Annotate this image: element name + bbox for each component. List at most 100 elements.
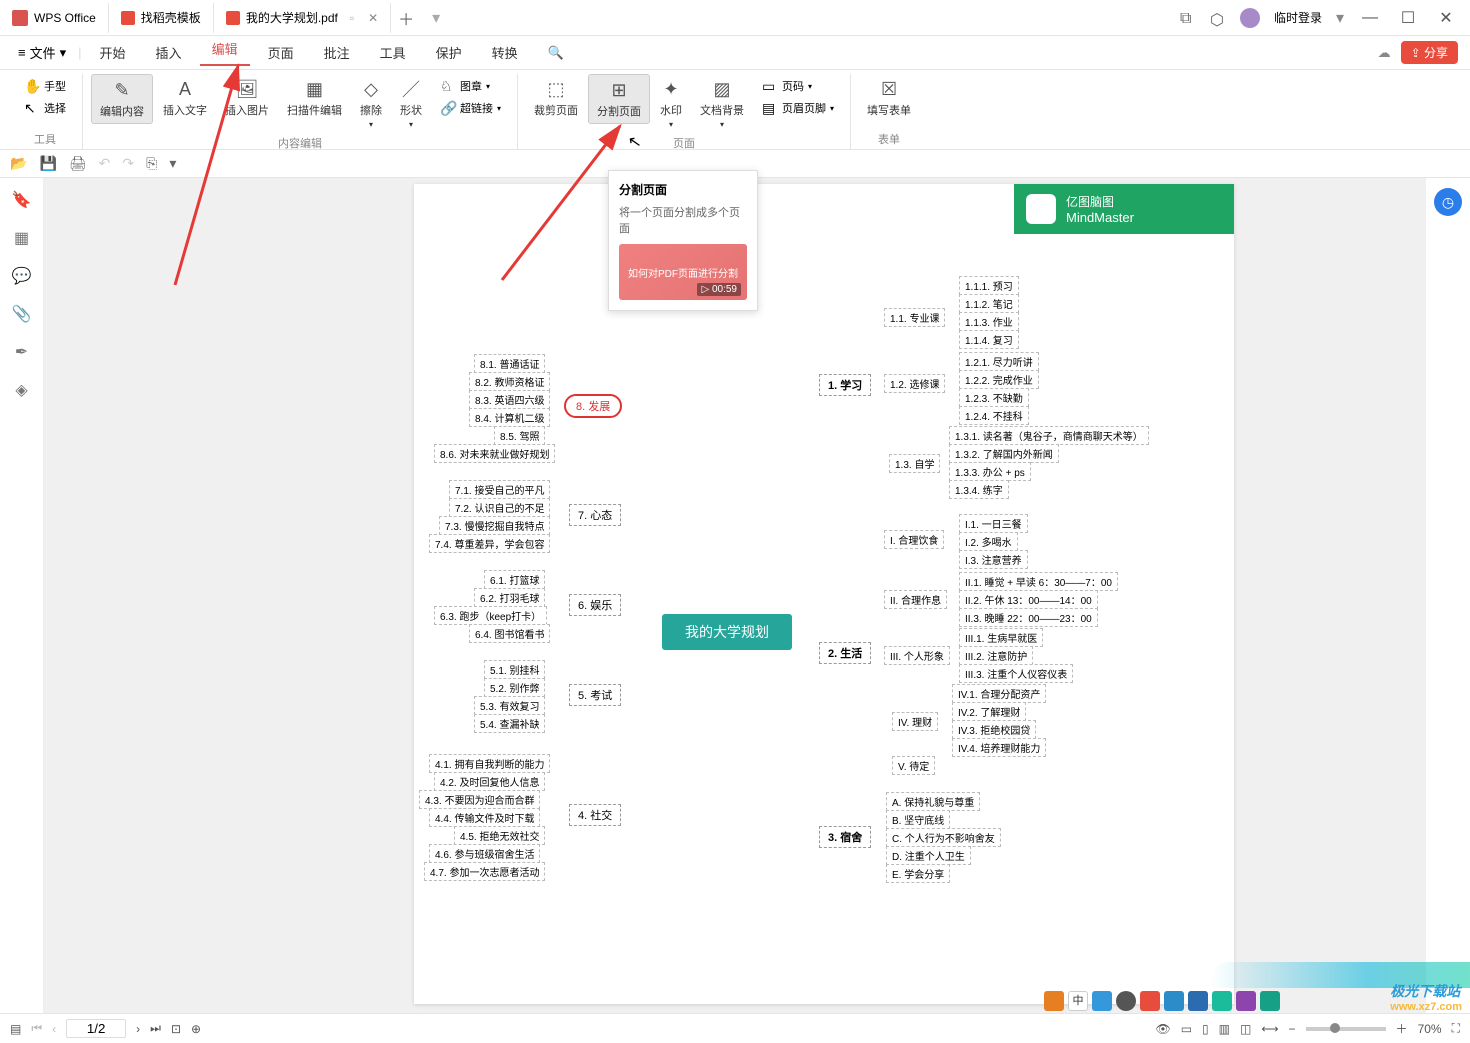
- menu-edit[interactable]: 编辑: [200, 39, 250, 66]
- open-icon[interactable]: 📂: [10, 155, 27, 172]
- view-mode4-icon[interactable]: ◫: [1240, 1022, 1251, 1036]
- watermark-button[interactable]: ✦水印▾: [652, 74, 690, 133]
- insert-image-button[interactable]: 🖼插入图片: [217, 74, 277, 122]
- layout-icon[interactable]: ⧉: [1180, 10, 1196, 26]
- new-tab-button[interactable]: ＋: [391, 6, 421, 30]
- app-tab[interactable]: WPS Office: [0, 3, 109, 33]
- header-footer-button[interactable]: ▤页眉页脚▾: [758, 98, 838, 118]
- layers-icon[interactable]: ◈: [15, 380, 27, 400]
- link-icon: 🔗: [440, 100, 456, 116]
- add-page-icon[interactable]: ⊕: [191, 1022, 201, 1036]
- menu-annotate[interactable]: 批注: [312, 43, 362, 62]
- share-label: 分享: [1424, 46, 1448, 60]
- fit-width-icon[interactable]: ⟷: [1261, 1022, 1278, 1036]
- bookmark-icon[interactable]: 🔖: [12, 190, 32, 210]
- maximize-button[interactable]: ☐: [1396, 8, 1420, 28]
- scan-icon: ▦: [304, 78, 326, 100]
- page-num-button[interactable]: ▭页码▾: [758, 76, 838, 96]
- prev-page-icon[interactable]: ‹: [52, 1022, 56, 1036]
- crop-page-button[interactable]: ⬚裁剪页面: [526, 74, 586, 122]
- view-mode3-icon[interactable]: ▥: [1219, 1022, 1230, 1036]
- fit-icon[interactable]: ⊡: [171, 1022, 181, 1036]
- menu-insert[interactable]: 插入: [144, 43, 194, 62]
- attachment-icon[interactable]: 📎: [12, 304, 32, 324]
- leaf: III.2. 注意防护: [959, 646, 1033, 665]
- leaf: 8.6. 对未来就业做好规划: [434, 444, 555, 463]
- close-window-button[interactable]: ✕: [1434, 8, 1458, 28]
- template-tab[interactable]: 找稻壳模板: [109, 3, 214, 33]
- site-watermark: 极光下载站 www.xz7.com: [1390, 981, 1462, 1013]
- tray-icon-10[interactable]: [1260, 991, 1280, 1011]
- redo-icon[interactable]: ↷: [122, 155, 134, 172]
- share-button[interactable]: ⇪ 分享: [1401, 41, 1458, 64]
- first-page-icon[interactable]: ⏮: [31, 1021, 42, 1036]
- fill-form-button[interactable]: ☒填写表单: [859, 74, 919, 122]
- signature-icon[interactable]: ✒: [15, 342, 28, 362]
- zoom-value[interactable]: 70%: [1418, 1022, 1442, 1036]
- assistant-icon[interactable]: ◷: [1434, 188, 1462, 216]
- select-tool[interactable]: ↖选择: [20, 98, 70, 118]
- menu-convert[interactable]: 转换: [480, 43, 530, 62]
- minimize-button[interactable]: —: [1358, 9, 1382, 27]
- doc-bg-button[interactable]: ▨文档背景▾: [692, 74, 752, 133]
- copy-icon[interactable]: ⎘: [146, 155, 157, 172]
- hyperlink-button[interactable]: 🔗超链接▾: [436, 98, 505, 118]
- shape-button[interactable]: ／形状▾: [392, 74, 430, 133]
- status-bar: ▤ ⏮ ‹ › ⏭ ⊡ ⊕ 👁 ▭ ▯ ▥ ◫ ⟷ − ＋ 70% ⛶: [0, 1013, 1470, 1043]
- menu-start[interactable]: 开始: [88, 43, 138, 62]
- stamp-button[interactable]: ♘图章▾: [436, 76, 505, 96]
- tab-menu-icon[interactable]: ▫: [350, 11, 354, 25]
- eraser-icon: ◇: [360, 78, 382, 100]
- insert-text-button[interactable]: A插入文字: [155, 74, 215, 122]
- search-icon[interactable]: 🔍: [536, 45, 576, 61]
- tray-icon-6[interactable]: [1164, 991, 1184, 1011]
- view-eye-icon[interactable]: 👁: [1155, 1022, 1170, 1036]
- leaf: 8.5. 驾照: [494, 426, 545, 445]
- tray-icon-9[interactable]: [1236, 991, 1256, 1011]
- edit-content-button[interactable]: ✎编辑内容: [91, 74, 153, 124]
- zoom-slider[interactable]: [1306, 1027, 1386, 1031]
- login-dropdown-icon[interactable]: ▾: [1336, 8, 1344, 28]
- user-avatar[interactable]: [1240, 8, 1260, 28]
- last-page-icon[interactable]: ⏭: [150, 1021, 161, 1036]
- tray-icon-3[interactable]: [1092, 991, 1112, 1011]
- print-icon[interactable]: 🖨: [69, 155, 87, 172]
- next-page-icon[interactable]: ›: [136, 1022, 140, 1036]
- hand-tool[interactable]: ✋手型: [20, 76, 70, 96]
- tray-icon-1[interactable]: [1044, 991, 1064, 1011]
- split-page-button[interactable]: ⊞分割页面: [588, 74, 650, 124]
- view-mode1-icon[interactable]: ▭: [1181, 1022, 1192, 1036]
- undo-icon[interactable]: ↶: [99, 155, 111, 172]
- view-mode2-icon[interactable]: ▯: [1202, 1022, 1209, 1036]
- tray-icon-2[interactable]: 中: [1068, 991, 1088, 1011]
- branch-8: 8. 发展: [564, 394, 622, 418]
- tab-list-button[interactable]: ▾: [421, 8, 451, 28]
- file-menu[interactable]: ≡ 文件 ▾: [12, 43, 72, 62]
- zoom-out-icon[interactable]: −: [1289, 1022, 1296, 1036]
- erase-button[interactable]: ◇擦除▾: [352, 74, 390, 133]
- cube-icon[interactable]: ⬡: [1210, 10, 1226, 26]
- scan-edit-button[interactable]: ▦扫描件编辑: [279, 74, 350, 122]
- tray-icon-4[interactable]: [1116, 991, 1136, 1011]
- page-input[interactable]: [66, 1019, 126, 1038]
- menu-page[interactable]: 页面: [256, 43, 306, 62]
- login-label[interactable]: 临时登录: [1274, 9, 1322, 26]
- close-tab-icon[interactable]: ✕: [368, 11, 378, 25]
- mindmaster-logo: 亿图脑图 MindMaster: [1014, 184, 1234, 234]
- comment-icon[interactable]: 💬: [12, 266, 32, 286]
- menu-tools[interactable]: 工具: [368, 43, 418, 62]
- more-quickbar-icon[interactable]: ▾: [169, 155, 176, 172]
- fullscreen-icon[interactable]: ⛶: [1452, 1021, 1460, 1036]
- page-panel-icon[interactable]: ▤: [10, 1022, 21, 1036]
- save-icon[interactable]: 💾: [39, 155, 56, 172]
- menu-protect[interactable]: 保护: [424, 43, 474, 62]
- cloud-icon[interactable]: ☁: [1378, 45, 1391, 61]
- tray-icon-7[interactable]: [1188, 991, 1208, 1011]
- zoom-in-icon[interactable]: ＋: [1396, 1020, 1408, 1037]
- hamburger-icon: ≡: [18, 45, 26, 60]
- document-tab[interactable]: 我的大学规划.pdf ▫ ✕: [214, 3, 391, 33]
- tray-icon-8[interactable]: [1212, 991, 1232, 1011]
- tooltip-video-thumb[interactable]: 如何对PDF页面进行分割 ▷ 00:59: [619, 244, 747, 300]
- tray-icon-5[interactable]: [1140, 991, 1160, 1011]
- thumbnail-icon[interactable]: ▦: [14, 228, 29, 248]
